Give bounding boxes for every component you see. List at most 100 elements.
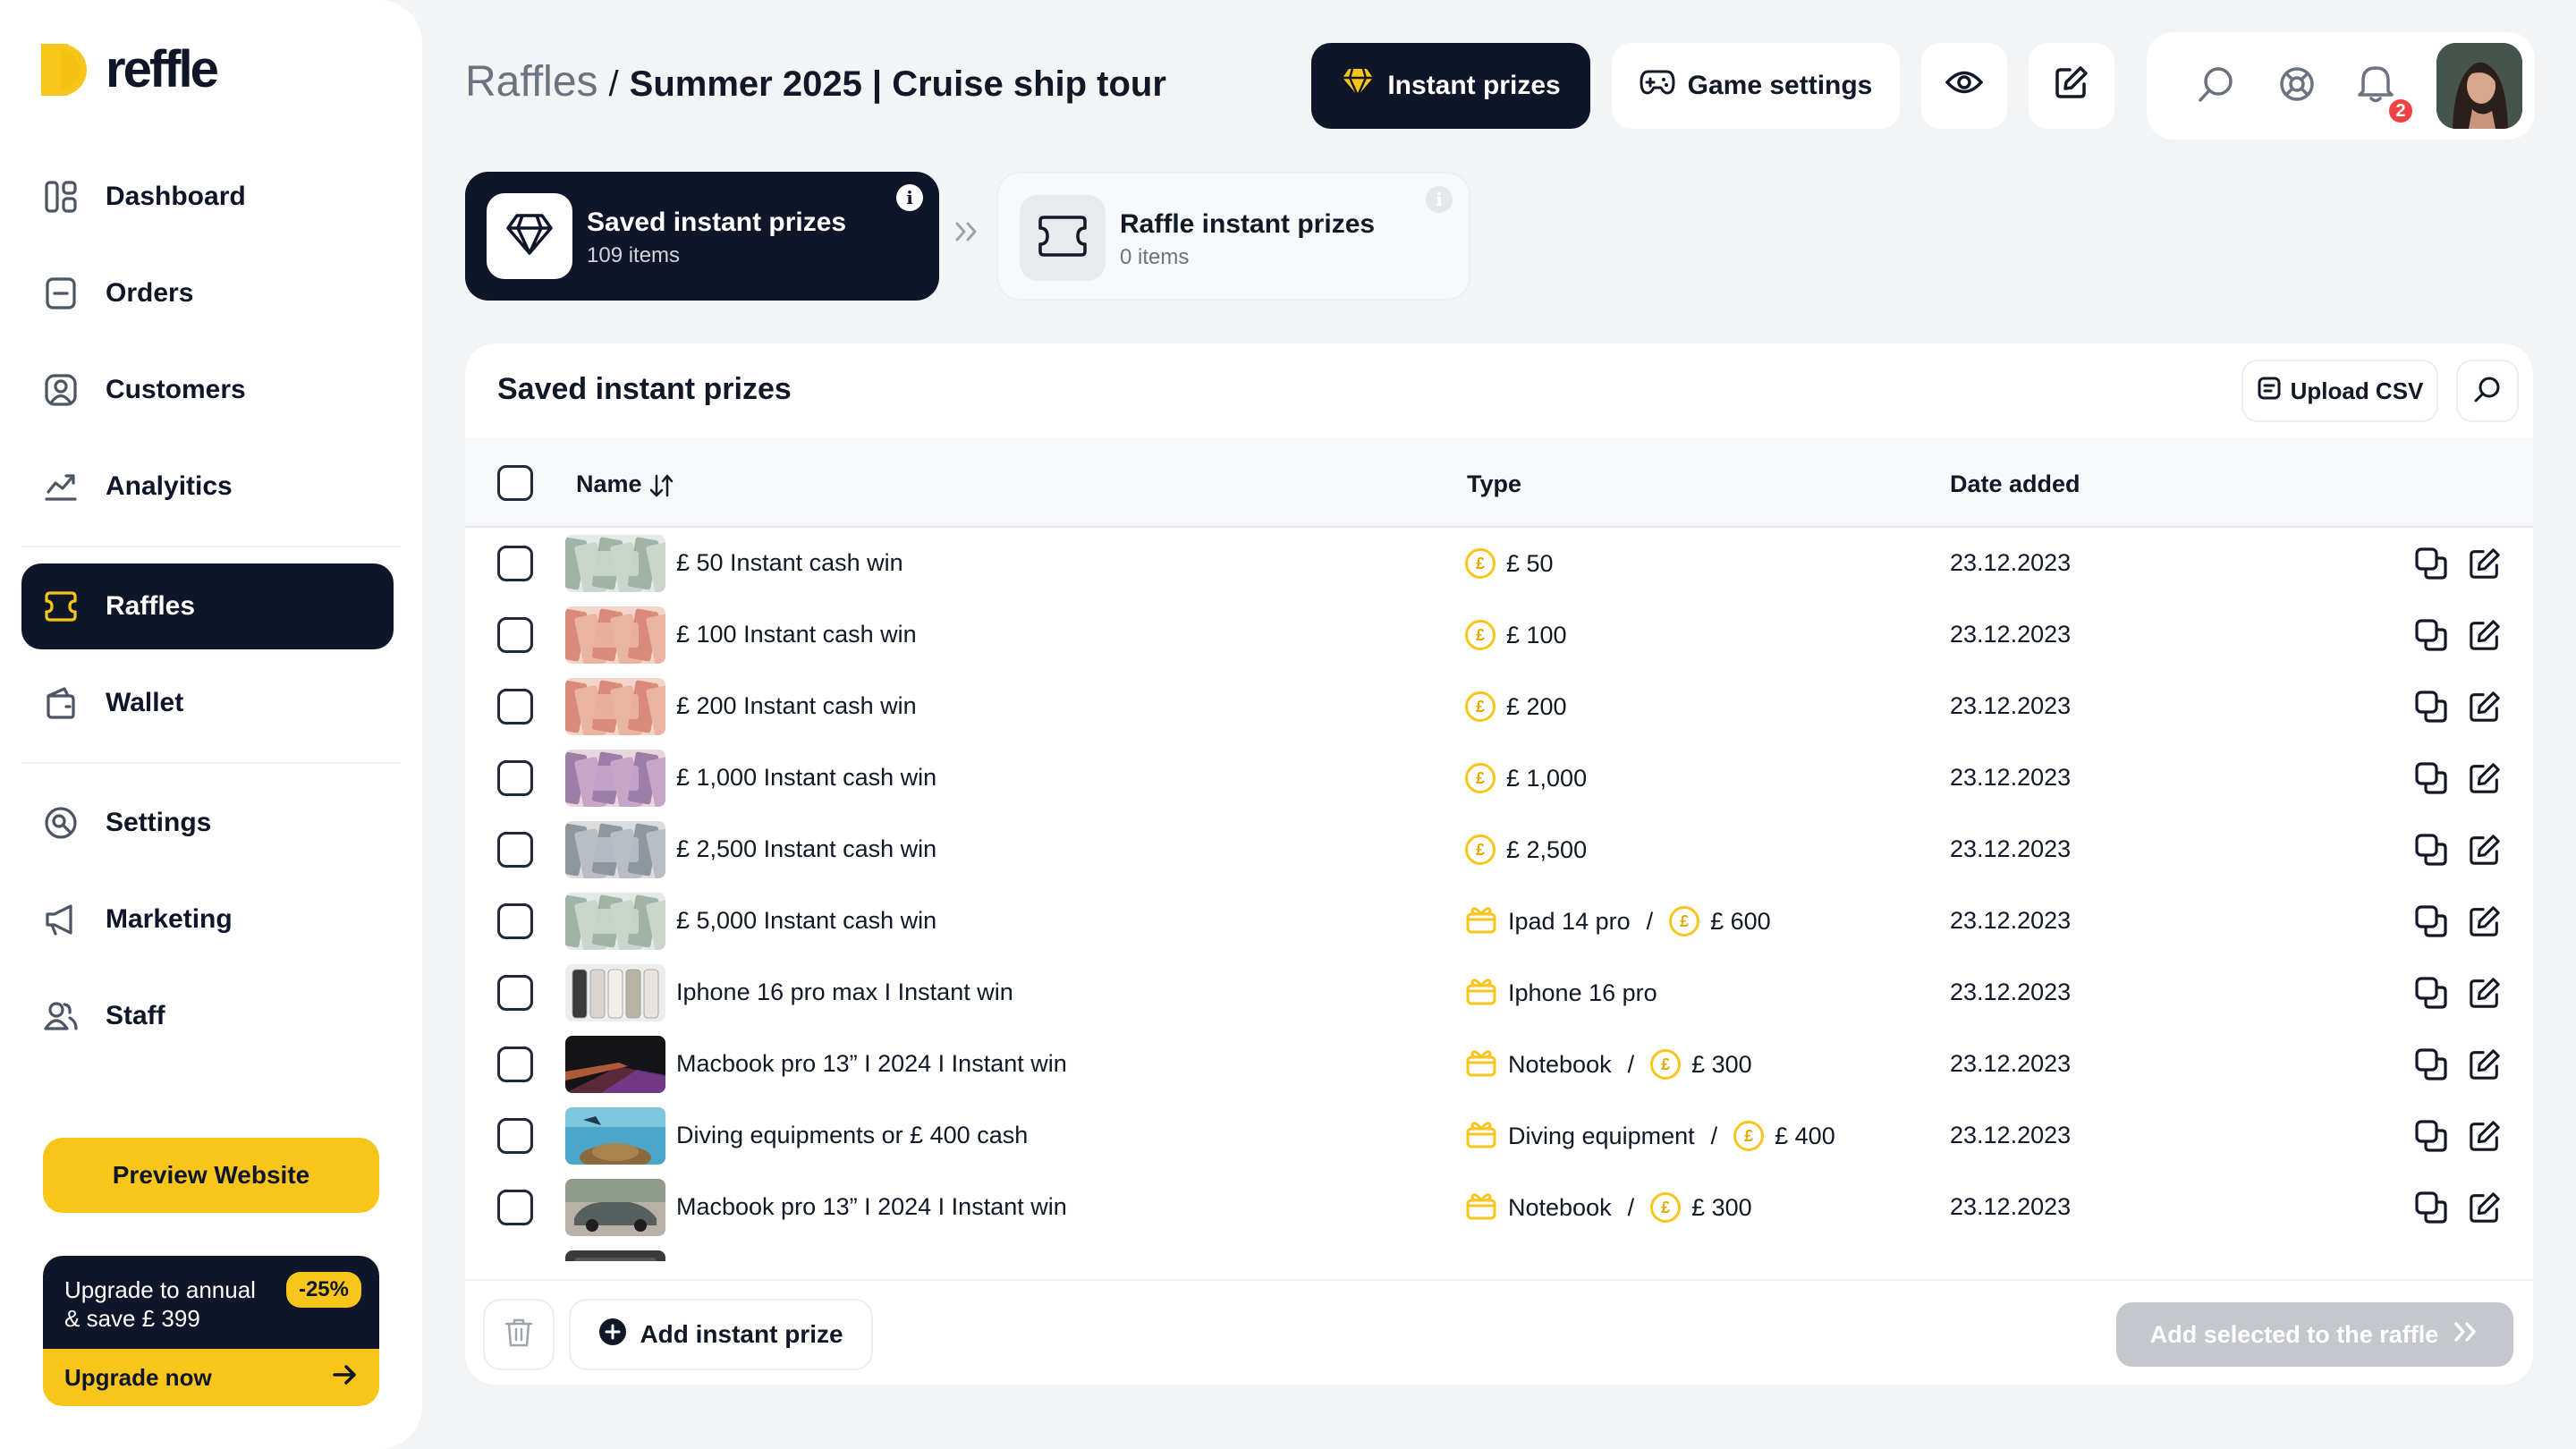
duplicate-icon[interactable] xyxy=(2413,760,2449,796)
sidebar-item-staff[interactable]: Staff xyxy=(21,973,394,1059)
avatar[interactable] xyxy=(2436,43,2522,129)
duplicate-icon[interactable] xyxy=(2413,1118,2449,1154)
add-instant-prize-button[interactable]: Add instant prize xyxy=(569,1299,873,1370)
coin-icon: £ xyxy=(1669,906,1700,936)
nav-divider xyxy=(21,762,401,764)
eye-icon xyxy=(1945,69,1984,103)
row-checkbox[interactable] xyxy=(497,975,533,1011)
tab-count: 109 items xyxy=(587,243,681,267)
duplicate-icon[interactable] xyxy=(2413,546,2449,581)
edit-raffle-button[interactable] xyxy=(2029,43,2114,129)
sidebar-item-customers[interactable]: Customers xyxy=(21,347,394,433)
duplicate-icon[interactable] xyxy=(2413,1046,2449,1082)
table-row[interactable]: £ 100 Instant cash win £ £ 100 23.12.2023 xyxy=(465,599,2533,671)
type-value: Notebook xyxy=(1508,1193,1612,1221)
type-value: Iphone 16 pro xyxy=(1508,979,1657,1006)
double-chevron-right-icon xyxy=(2453,1320,2479,1350)
tab-saved-instant-prizes[interactable]: Saved instant prizes 109 items i xyxy=(465,172,939,301)
game-settings-button[interactable]: Game settings xyxy=(1612,43,1900,129)
duplicate-icon[interactable] xyxy=(2413,975,2449,1011)
table-row[interactable]: £ 1,000 Instant cash win £ £ 1,000 23.12.20… xyxy=(465,742,2533,814)
sidebar-item-settings[interactable]: Settings xyxy=(21,780,394,866)
preview-website-button[interactable]: Preview Website xyxy=(43,1138,379,1213)
edit-icon[interactable] xyxy=(2467,903,2503,939)
search-icon[interactable] xyxy=(2197,64,2236,108)
column-name-header[interactable]: Name xyxy=(576,470,675,499)
table-row[interactable]: £ 50 Instant cash win £ £ 50 23.12.2023 xyxy=(465,528,2533,599)
sidebar-item-wallet[interactable]: Wallet xyxy=(21,660,394,746)
edit-icon[interactable] xyxy=(2467,1118,2503,1154)
row-checkbox[interactable] xyxy=(497,617,533,653)
sidebar-item-label: Analyitics xyxy=(106,471,233,501)
row-checkbox[interactable] xyxy=(497,689,533,724)
sidebar-item-raffles[interactable]: Raffles xyxy=(21,564,394,649)
type-value: £ 300 xyxy=(1691,1193,1752,1221)
sidebar-item-dashboard[interactable]: Dashboard xyxy=(21,154,394,240)
duplicate-icon[interactable] xyxy=(2413,903,2449,939)
prize-name: £ 2,500 Instant cash win xyxy=(676,835,937,862)
type-value: £ 300 xyxy=(1691,1050,1752,1078)
row-checkbox[interactable] xyxy=(497,1046,533,1082)
edit-icon[interactable] xyxy=(2467,1190,2503,1225)
duplicate-icon[interactable] xyxy=(2413,832,2449,868)
duplicate-icon[interactable] xyxy=(2413,617,2449,653)
duplicate-icon[interactable] xyxy=(2413,689,2449,724)
upgrade-card[interactable]: Upgrade to annual & save £ 399 -25% Upgr… xyxy=(43,1256,379,1406)
sidebar-item-label: Customers xyxy=(106,375,246,404)
duplicate-icon[interactable] xyxy=(2413,1190,2449,1225)
table-row[interactable]: £ 2,500 Instant cash win £ £ 2,500 23.12.20… xyxy=(465,814,2533,886)
table-row[interactable] xyxy=(465,1243,2533,1261)
table-row[interactable]: £ 200 Instant cash win £ £ 200 23.12.2023 xyxy=(465,671,2533,742)
sidebar-item-analyitics[interactable]: Analyitics xyxy=(21,444,394,530)
dashboard-icon xyxy=(43,179,79,215)
delete-button[interactable] xyxy=(483,1299,555,1370)
info-icon[interactable]: i xyxy=(1426,186,1453,213)
table-row[interactable]: £ 5,000 Instant cash win Ipad 14 pro / £ £ 6… xyxy=(465,886,2533,957)
edit-icon[interactable] xyxy=(2467,546,2503,581)
row-checkbox[interactable] xyxy=(497,1118,533,1154)
type-value: Notebook xyxy=(1508,1050,1612,1078)
sidebar-item-label: Dashboard xyxy=(106,182,246,211)
row-checkbox[interactable] xyxy=(497,546,533,581)
info-icon[interactable]: i xyxy=(896,184,923,211)
sidebar-item-marketing[interactable]: Marketing xyxy=(21,877,394,962)
trash-icon xyxy=(504,1317,534,1353)
row-checkbox[interactable] xyxy=(497,760,533,796)
table-search-button[interactable] xyxy=(2456,360,2519,422)
preview-button[interactable] xyxy=(1921,43,2007,129)
prize-thumbnail xyxy=(565,964,665,1021)
select-all-checkbox[interactable] xyxy=(497,465,533,501)
prize-thumbnail xyxy=(565,535,665,592)
edit-icon[interactable] xyxy=(2467,975,2503,1011)
edit-icon[interactable] xyxy=(2467,760,2503,796)
date-added: 23.12.2023 xyxy=(1950,1050,2072,1077)
prize-name: £ 200 Instant cash win xyxy=(676,692,917,719)
table-row[interactable]: Macbook pro 13” I 2024 I Instant win Note… xyxy=(465,1172,2533,1243)
upgrade-now-button[interactable]: Upgrade now xyxy=(43,1349,379,1406)
row-checkbox[interactable] xyxy=(497,1190,533,1225)
table-row[interactable]: Iphone 16 pro max I Instant win Iphone 16… xyxy=(465,957,2533,1029)
row-checkbox[interactable] xyxy=(497,903,533,939)
table-row[interactable]: Diving equipments or £ 400 cash Diving eq… xyxy=(465,1100,2533,1172)
tab-raffle-instant-prizes[interactable]: Raffle instant prizes 0 items i xyxy=(996,172,1470,301)
upload-csv-button[interactable]: Upload CSV xyxy=(2241,360,2438,422)
upgrade-line2: & save £ 399 xyxy=(64,1305,200,1332)
edit-icon[interactable] xyxy=(2467,617,2503,653)
prize-type: £ £ 2,500 xyxy=(1465,828,1587,871)
prize-type: £ £ 1,000 xyxy=(1465,757,1587,800)
prize-type: Ipad 14 pro / £ £ 600 xyxy=(1465,900,1771,943)
sort-icon[interactable] xyxy=(648,470,675,497)
breadcrumb-root[interactable]: Raffles xyxy=(465,57,598,106)
edit-icon[interactable] xyxy=(2467,689,2503,724)
edit-icon[interactable] xyxy=(2467,832,2503,868)
add-selected-to-raffle-button[interactable]: Add selected to the raffle xyxy=(2116,1302,2513,1367)
edit-icon[interactable] xyxy=(2467,1046,2503,1082)
megaphone-icon xyxy=(43,902,79,937)
row-checkbox[interactable] xyxy=(497,832,533,868)
instant-prizes-button[interactable]: Instant prizes xyxy=(1311,43,1590,129)
table-row[interactable]: Macbook pro 13” I 2024 I Instant win Note… xyxy=(465,1029,2533,1100)
sidebar-item-orders[interactable]: Orders xyxy=(21,250,394,336)
help-lifebuoy-icon[interactable] xyxy=(2277,64,2317,108)
logo[interactable]: reffle xyxy=(41,39,219,99)
prize-name: £ 50 Instant cash win xyxy=(676,549,903,576)
